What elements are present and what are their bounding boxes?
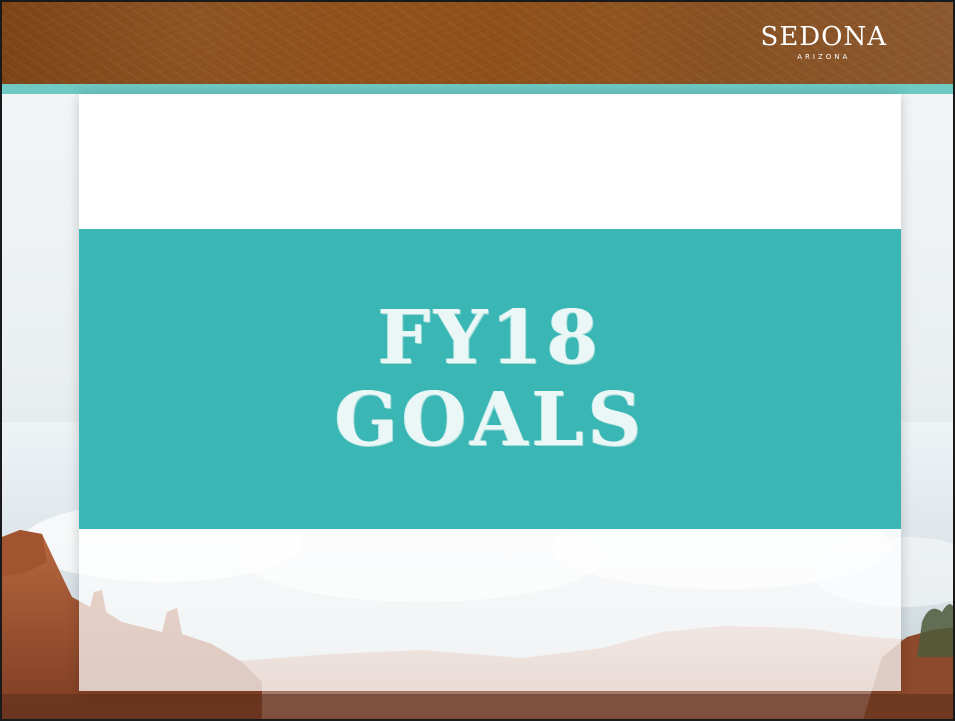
title-block: FY18 GOALS [79, 229, 901, 529]
title-line-1: FY18 [377, 295, 603, 381]
header-banner: SEDONA ARIZONA [2, 2, 953, 84]
logo-name: SEDONA [760, 22, 887, 52]
slide-frame: SEDONA ARIZONA FY18 GOALS [0, 0, 955, 721]
slide-title: FY18 GOALS [335, 297, 646, 461]
teal-accent-strip [2, 84, 953, 94]
panel-top-area [79, 94, 901, 229]
logo-subtitle: ARIZONA [797, 53, 851, 61]
title-line-2: GOALS [334, 377, 646, 463]
sedona-logo: SEDONA ARIZONA [761, 24, 887, 61]
